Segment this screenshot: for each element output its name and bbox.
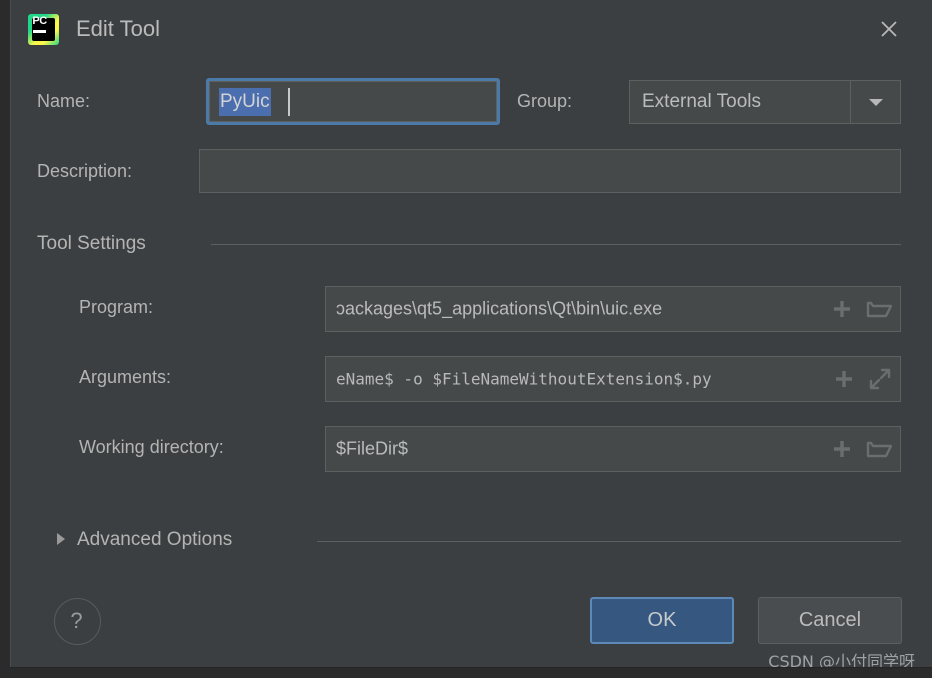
group-select-value: External Tools bbox=[642, 91, 761, 112]
text-caret bbox=[288, 88, 290, 116]
dialog-titlebar: PC Edit Tool bbox=[11, 0, 932, 58]
working-directory-label: Working directory: bbox=[79, 437, 224, 457]
folder-icon[interactable] bbox=[866, 298, 893, 320]
group-label: Group: bbox=[517, 91, 573, 111]
help-button-label: ? bbox=[70, 608, 83, 633]
triangle-right-icon[interactable] bbox=[57, 533, 65, 545]
arguments-label: Arguments: bbox=[79, 367, 172, 387]
help-button[interactable]: ? bbox=[54, 598, 101, 645]
arguments-input[interactable]: eName$ -o $FileNameWithoutExtension$.py bbox=[325, 356, 901, 402]
screen: PC Edit Tool Name: PyUic Group: External… bbox=[0, 0, 932, 678]
program-input[interactable]: ɔackages\qt5_applications\Qt\bin\uic.exe bbox=[325, 286, 901, 332]
program-label: Program: bbox=[79, 297, 154, 317]
pycharm-icon: PC bbox=[28, 14, 59, 45]
window-left-strip bbox=[0, 0, 10, 678]
working-directory-field-icons bbox=[831, 438, 893, 460]
working-directory-input[interactable]: $FileDir$ bbox=[325, 426, 901, 472]
arguments-field-icons bbox=[833, 367, 892, 391]
description-label: Description: bbox=[37, 161, 133, 181]
arguments-input-value: eName$ -o $FileNameWithoutExtension$.py bbox=[336, 369, 712, 389]
pycharm-icon-text: PC bbox=[32, 15, 47, 27]
working-directory-input-value: $FileDir$ bbox=[336, 438, 409, 459]
program-input-value: ɔackages\qt5_applications\Qt\bin\uic.exe bbox=[336, 298, 663, 319]
close-icon[interactable] bbox=[874, 14, 904, 44]
description-input[interactable] bbox=[199, 149, 901, 193]
expand-icon[interactable] bbox=[868, 367, 892, 391]
window-bottom-border bbox=[10, 667, 932, 668]
dialog-title: Edit Tool bbox=[76, 16, 160, 41]
advanced-options-separator bbox=[317, 541, 901, 542]
cancel-button[interactable]: Cancel bbox=[758, 597, 902, 644]
ok-button[interactable]: OK bbox=[590, 597, 734, 644]
program-field-icons bbox=[831, 298, 893, 320]
folder-icon[interactable] bbox=[866, 438, 893, 460]
chevron-down-icon[interactable] bbox=[850, 81, 900, 123]
plus-icon[interactable] bbox=[831, 438, 853, 460]
plus-icon[interactable] bbox=[831, 298, 853, 320]
name-label: Name: bbox=[37, 91, 91, 111]
plus-icon[interactable] bbox=[833, 368, 855, 390]
advanced-options-toggle[interactable]: Advanced Options bbox=[77, 528, 232, 552]
edit-tool-dialog: PC Edit Tool Name: PyUic Group: External… bbox=[11, 0, 932, 671]
group-select[interactable]: External Tools bbox=[629, 80, 901, 124]
tool-settings-separator bbox=[211, 244, 901, 245]
name-input[interactable]: PyUic bbox=[206, 78, 500, 125]
name-input-value: PyUic bbox=[219, 88, 271, 116]
window-bottom-strip bbox=[10, 668, 932, 678]
tool-settings-title: Tool Settings bbox=[37, 233, 146, 254]
